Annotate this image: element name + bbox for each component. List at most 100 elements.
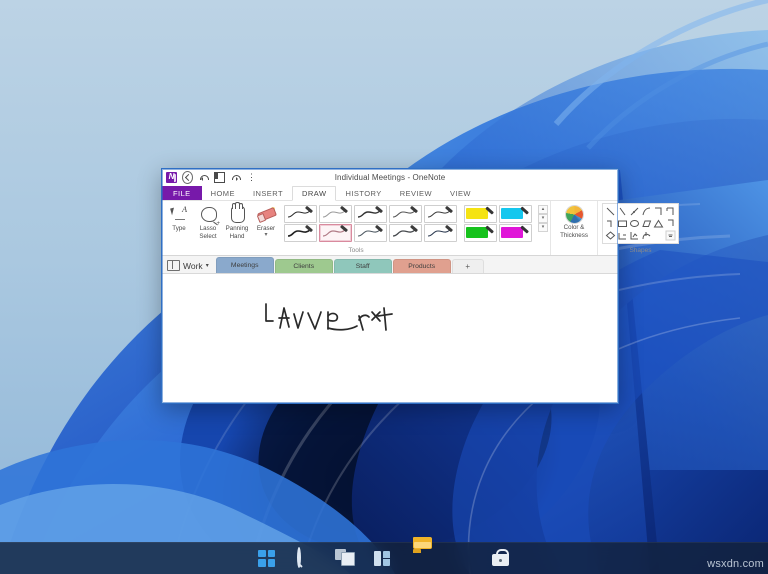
undo-button[interactable]: [198, 172, 209, 183]
pen-nib-icon: [339, 225, 349, 236]
handwritten-ink-convert[interactable]: [258, 290, 408, 348]
section-tab-clients[interactable]: Clients: [274, 259, 333, 273]
customize-qat-button[interactable]: ⋮: [246, 172, 257, 183]
tab-file[interactable]: FILE: [162, 186, 202, 200]
highlighter-swatch-yellow[interactable]: [464, 205, 497, 223]
ribbon-draw: A Type Lasso Select Panning Hand: [162, 201, 679, 256]
lasso-icon: [197, 204, 220, 227]
pen-swatch-selected[interactable]: [319, 224, 352, 242]
eraser-label: Eraser: [256, 225, 276, 232]
shapes-group-label: Shapes: [629, 247, 652, 254]
shape-bracket-right[interactable]: [653, 206, 664, 217]
dock-to-desktop-button[interactable]: [214, 172, 225, 183]
shape-triangle[interactable]: [653, 218, 664, 229]
panning-hand-tool[interactable]: Panning Hand: [224, 202, 250, 240]
shape-axis-chart[interactable]: [629, 230, 640, 241]
widgets-button[interactable]: [374, 549, 394, 569]
tab-history[interactable]: HISTORY: [336, 186, 390, 200]
tab-review[interactable]: REVIEW: [391, 186, 441, 200]
shape-corner[interactable]: [665, 206, 676, 217]
search-button[interactable]: [296, 546, 316, 569]
lasso-select-tool[interactable]: Lasso Select: [195, 203, 221, 240]
shape-spacer: [653, 230, 664, 241]
pen-nib-icon: [374, 206, 384, 217]
pen-swatch[interactable]: [319, 205, 352, 223]
pen-swatch[interactable]: [354, 224, 387, 242]
pen-nib-icon: [304, 206, 314, 217]
pen-swatch[interactable]: [354, 205, 387, 223]
shape-line-diagonal-thin[interactable]: [617, 206, 628, 217]
shape-line-arrow[interactable]: [629, 206, 640, 217]
ribbon-group-shapes: Shapes: [597, 201, 683, 255]
taskbar: [0, 536, 768, 574]
shape-rectangle[interactable]: [617, 218, 628, 229]
highlighter-gallery[interactable]: [462, 203, 534, 243]
highlighter-swatch-magenta[interactable]: [499, 224, 532, 242]
eraser-icon: [255, 204, 278, 224]
highlighter-nib-icon: [520, 225, 529, 238]
ribbon-group-color-thickness: Color & Thickness: [550, 201, 597, 255]
shape-line-diagonal[interactable]: [605, 206, 616, 217]
tab-draw[interactable]: DRAW: [292, 186, 337, 201]
color-and-thickness-button[interactable]: Color & Thickness: [555, 203, 593, 239]
shape-polyline[interactable]: [605, 218, 616, 229]
pen-swatch[interactable]: [284, 205, 317, 223]
color-thickness-label-1: Color &: [563, 224, 585, 231]
highlighter-nib-icon: [485, 225, 494, 238]
redo-button[interactable]: [230, 172, 241, 183]
task-view-button[interactable]: [335, 548, 355, 569]
store-button[interactable]: [491, 548, 511, 569]
pen-swatch[interactable]: [424, 224, 457, 242]
tab-insert[interactable]: INSERT: [244, 186, 292, 200]
section-tab-staff[interactable]: Staff: [333, 259, 392, 273]
pen-swatch[interactable]: [389, 205, 422, 223]
ribbon-tab-strip[interactable]: FILE HOME INSERT DRAW HISTORY REVIEW VIE…: [162, 186, 618, 201]
eraser-dropdown-caret-icon[interactable]: ▾: [264, 232, 267, 238]
pen-swatch[interactable]: [389, 224, 422, 242]
tab-home[interactable]: HOME: [202, 186, 244, 200]
shapes-gallery[interactable]: [602, 203, 679, 244]
notebook-section-bar: Work ▾ Meetings Clients Staff Products +: [162, 256, 618, 274]
shapes-more-button[interactable]: [665, 230, 676, 241]
pen-gallery[interactable]: [282, 203, 459, 243]
shape-diamond[interactable]: [605, 230, 616, 241]
start-button[interactable]: [257, 549, 277, 569]
search-icon: [297, 546, 301, 568]
shape-curve-arrow[interactable]: [641, 230, 652, 241]
add-section-button[interactable]: +: [451, 259, 484, 273]
pen-swatch[interactable]: [284, 224, 317, 242]
highlighter-swatch-green[interactable]: [464, 224, 497, 242]
chevron-down-icon[interactable]: ▾: [206, 262, 209, 269]
shape-corner-l[interactable]: [665, 218, 676, 229]
type-tool[interactable]: A Type: [166, 203, 192, 232]
gallery-scroll-down-button[interactable]: ▾: [538, 214, 548, 223]
tab-view[interactable]: VIEW: [441, 186, 480, 200]
color-thickness-label-2: Thickness: [560, 232, 588, 239]
pen-swatch[interactable]: [424, 205, 457, 223]
eraser-tool[interactable]: Eraser ▾: [253, 203, 279, 238]
back-button[interactable]: [182, 171, 193, 184]
pen-nib-icon: [374, 225, 384, 236]
shape-parallelogram[interactable]: [641, 218, 652, 229]
highlighter-swatch-cyan[interactable]: [499, 205, 532, 223]
gallery-expand-button[interactable]: ▾: [538, 223, 548, 232]
windows-logo-icon: [258, 549, 275, 567]
pen-gallery-scrollbar[interactable]: ▴ ▾ ▾: [538, 203, 548, 234]
notebook-selector[interactable]: Work ▾: [167, 259, 209, 273]
shape-line-curve[interactable]: [641, 206, 652, 217]
onenote-window[interactable]: ⋮ Individual Meetings - OneNote FILE HOM…: [161, 168, 679, 404]
section-tab-products[interactable]: Products: [392, 259, 451, 273]
quick-access-toolbar[interactable]: ⋮: [166, 171, 257, 184]
shape-arrow-step[interactable]: [617, 230, 628, 241]
ribbon-group-tools: A Type Lasso Select Panning Hand: [162, 201, 550, 255]
section-tab-meetings[interactable]: Meetings: [215, 257, 274, 273]
gallery-scroll-up-button[interactable]: ▴: [538, 205, 548, 214]
edge-button[interactable]: [452, 549, 472, 569]
notebook-name: Work: [183, 260, 203, 271]
screen: ⋮ Individual Meetings - OneNote FILE HOM…: [0, 0, 768, 574]
shape-ellipse[interactable]: [629, 218, 640, 229]
color-wheel-icon: [565, 206, 583, 223]
page-canvas[interactable]: [162, 274, 618, 403]
file-explorer-button[interactable]: [413, 536, 433, 569]
pen-nib-icon: [409, 206, 419, 217]
